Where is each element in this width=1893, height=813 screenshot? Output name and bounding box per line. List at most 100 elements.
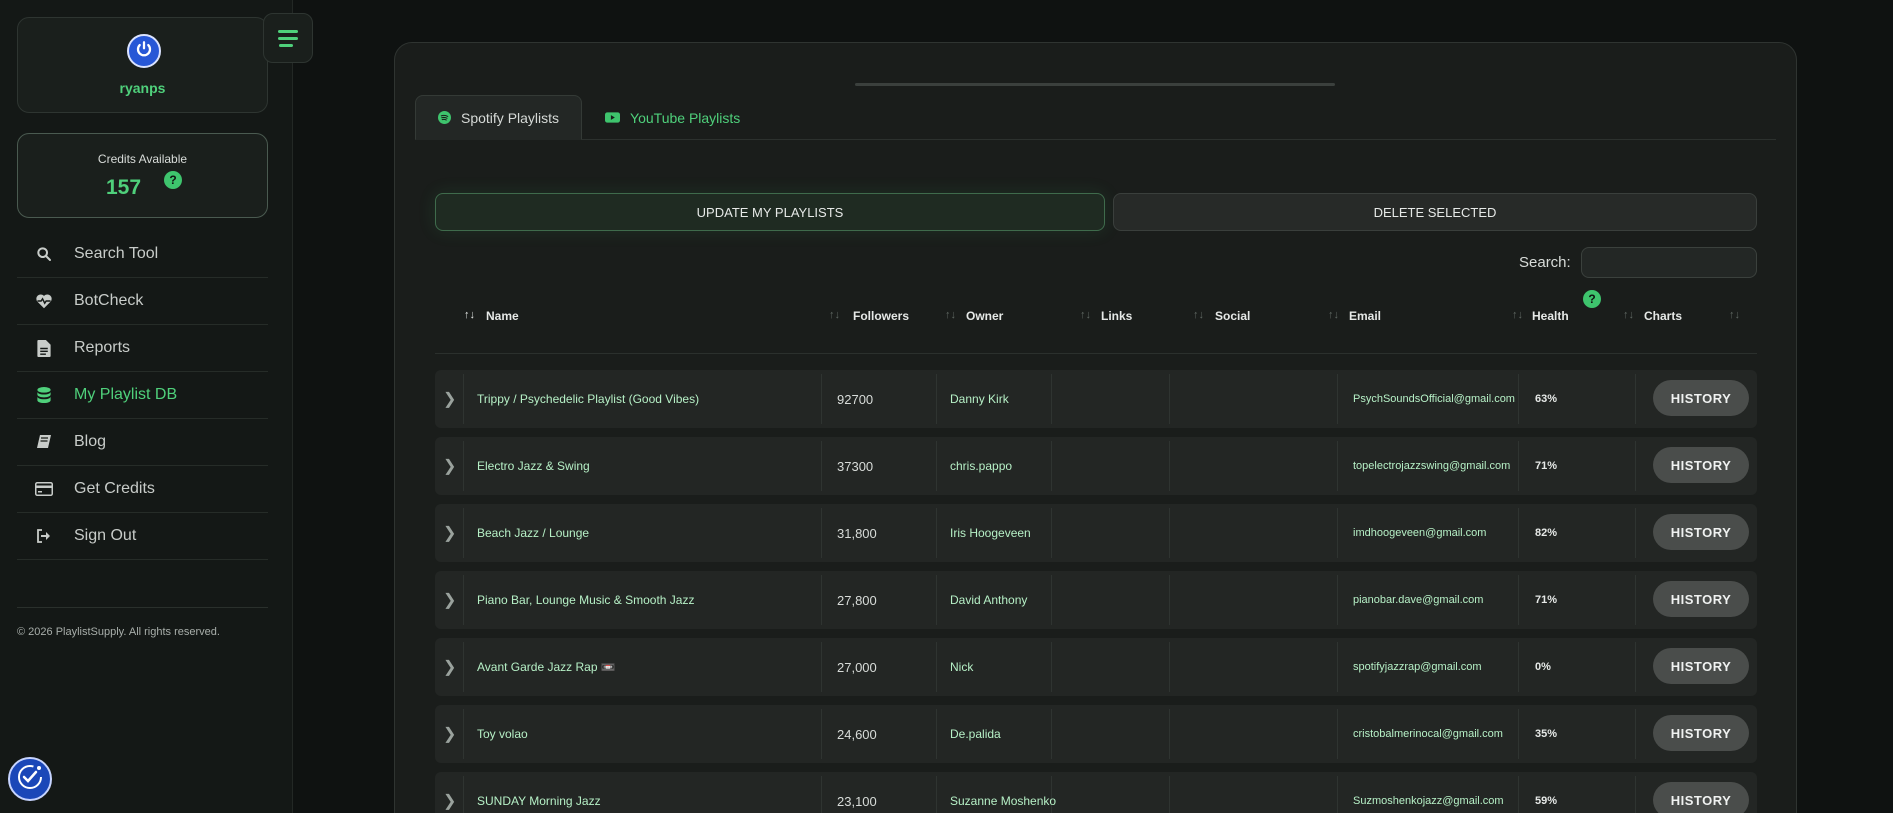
tab-youtube-playlists[interactable]: YouTube Playlists: [582, 95, 763, 140]
menu-toggle-button[interactable]: [263, 13, 313, 63]
column-divider: [1169, 508, 1170, 558]
expand-chevron-icon[interactable]: ❯: [443, 705, 456, 763]
owner-name[interactable]: Suzanne Moshenko: [950, 772, 1056, 813]
playlist-name[interactable]: SUNDAY Morning Jazz: [477, 772, 601, 813]
owner-name[interactable]: chris.pappo: [950, 437, 1012, 495]
hamburger-icon-line: [278, 36, 298, 40]
sidebar-divider: [17, 607, 268, 608]
sidebar-item-blog[interactable]: Blog: [17, 419, 268, 466]
playlist-name[interactable]: Beach Jazz / Lounge: [477, 504, 589, 562]
sort-icon[interactable]: ↑↓: [464, 309, 475, 321]
loading-bar: [855, 83, 1335, 86]
expand-chevron-icon[interactable]: ❯: [443, 504, 456, 562]
accessibility-button[interactable]: [8, 757, 52, 801]
history-button[interactable]: HISTORY: [1653, 782, 1749, 813]
sidebar-item-sign-out[interactable]: Sign Out: [17, 513, 268, 560]
owner-name[interactable]: De.palida: [950, 705, 1001, 763]
column-divider: [463, 642, 464, 692]
owner-name[interactable]: Danny Kirk: [950, 370, 1009, 428]
owner-email[interactable]: Suzmoshenkojazz@gmail.com: [1353, 772, 1519, 813]
table-row[interactable]: ❯ SUNDAY Morning Jazz 23,100 Suzanne Moshen…: [435, 772, 1757, 813]
column-header-charts[interactable]: Charts: [1644, 309, 1682, 323]
owner-email[interactable]: imdhoogeveen@gmail.com: [1353, 504, 1519, 562]
sort-icon[interactable]: ↑↓: [829, 309, 840, 321]
sort-icon[interactable]: ↑↓: [1512, 309, 1523, 321]
avatar[interactable]: [127, 34, 161, 68]
search-label: Search:: [1519, 254, 1571, 271]
history-button[interactable]: HISTORY: [1653, 447, 1749, 483]
document-icon: [35, 339, 53, 357]
expand-chevron-icon[interactable]: ❯: [443, 571, 456, 629]
column-header-email[interactable]: Email: [1349, 309, 1381, 323]
column-divider: [821, 642, 822, 692]
sidebar-item-reports[interactable]: Reports: [17, 325, 268, 372]
sort-icon[interactable]: ↑↓: [945, 309, 956, 321]
column-divider: [1635, 374, 1636, 424]
search-icon: [35, 245, 53, 263]
sign-out-icon: [35, 527, 53, 545]
update-playlists-button[interactable]: UPDATE MY PLAYLISTS: [435, 193, 1105, 231]
expand-chevron-icon[interactable]: ❯: [443, 772, 456, 813]
sort-icon[interactable]: ↑↓: [1080, 309, 1091, 321]
sidebar-item-get-credits[interactable]: Get Credits: [17, 466, 268, 513]
history-button[interactable]: HISTORY: [1653, 715, 1749, 751]
column-header-owner[interactable]: Owner: [966, 309, 1003, 323]
playlist-name[interactable]: Piano Bar, Lounge Music & Smooth Jazz: [477, 571, 694, 629]
playlist-name[interactable]: Avant Garde Jazz Rap 📼: [477, 638, 616, 696]
credits-label: Credits Available: [97, 152, 188, 166]
credits-value: 157: [106, 176, 142, 199]
column-header-links[interactable]: Links: [1101, 309, 1132, 323]
column-header-social[interactable]: Social: [1215, 309, 1250, 323]
column-divider: [936, 709, 937, 759]
column-header-health[interactable]: Health: [1532, 309, 1569, 323]
owner-email[interactable]: spotifyjazzrap@gmail.com: [1353, 638, 1519, 696]
owner-name[interactable]: Iris Hoogeveen: [950, 504, 1031, 562]
delete-selected-button[interactable]: DELETE SELECTED: [1113, 193, 1757, 231]
owner-name[interactable]: David Anthony: [950, 571, 1027, 629]
table-row[interactable]: ❯ Electro Jazz & Swing 37300 chris.pappo top…: [435, 437, 1757, 495]
owner-email[interactable]: cristobalmerinocal@gmail.com: [1353, 705, 1519, 763]
playlist-name[interactable]: Toy volao: [477, 705, 528, 763]
playlist-name[interactable]: Electro Jazz & Swing: [477, 437, 590, 495]
followers-count: 31,800: [837, 525, 877, 541]
column-divider: [1051, 441, 1052, 491]
table-row[interactable]: ❯ Piano Bar, Lounge Music & Smooth Jazz 27…: [435, 571, 1757, 629]
sort-icon[interactable]: ↑↓: [1729, 309, 1740, 321]
owner-email[interactable]: topelectrojazzswing@gmail.com: [1353, 437, 1519, 495]
sidebar-item-label: Search Tool: [74, 245, 159, 262]
followers-count: 24,600: [837, 726, 877, 742]
sidebar-item-search-tool[interactable]: Search Tool: [17, 231, 268, 278]
column-divider: [463, 709, 464, 759]
column-header-followers[interactable]: Followers: [853, 309, 909, 323]
history-button[interactable]: HISTORY: [1653, 380, 1749, 416]
table-row[interactable]: ❯ Avant Garde Jazz Rap 📼 27,000 Nick spotify…: [435, 638, 1757, 696]
search-input[interactable]: [1581, 247, 1757, 278]
table-row[interactable]: ❯ Trippy / Psychedelic Playlist (Good Vib…: [435, 370, 1757, 428]
followers-count: 27,000: [837, 659, 877, 675]
history-button[interactable]: HISTORY: [1653, 514, 1749, 550]
health-help-icon[interactable]: ?: [1583, 290, 1601, 308]
sidebar-item-my-playlist-db[interactable]: My Playlist DB: [17, 372, 268, 419]
column-divider: [1051, 508, 1052, 558]
tab-spotify-playlists[interactable]: Spotify Playlists: [415, 95, 583, 140]
credits-help-icon[interactable]: ?: [164, 171, 182, 189]
expand-chevron-icon[interactable]: ❯: [443, 437, 456, 495]
expand-chevron-icon[interactable]: ❯: [443, 638, 456, 696]
column-divider: [1635, 642, 1636, 692]
owner-name[interactable]: Nick: [950, 638, 973, 696]
owner-email[interactable]: PsychSoundsOfficial@gmail.com: [1353, 370, 1519, 428]
sort-icon[interactable]: ↑↓: [1328, 309, 1339, 321]
column-divider: [1169, 441, 1170, 491]
expand-chevron-icon[interactable]: ❯: [443, 370, 456, 428]
table-row[interactable]: ❯ Toy volao 24,600 De.palida cristobalmerino…: [435, 705, 1757, 763]
column-header-name[interactable]: Name: [486, 309, 519, 323]
sidebar-item-botcheck[interactable]: BotCheck: [17, 278, 268, 325]
playlist-name[interactable]: Trippy / Psychedelic Playlist (Good Vibe…: [477, 370, 699, 428]
owner-email[interactable]: pianobar.dave@gmail.com: [1353, 571, 1519, 629]
sort-icon[interactable]: ↑↓: [1193, 309, 1204, 321]
history-button[interactable]: HISTORY: [1653, 648, 1749, 684]
column-divider: [1635, 709, 1636, 759]
sort-icon[interactable]: ↑↓: [1623, 309, 1634, 321]
history-button[interactable]: HISTORY: [1653, 581, 1749, 617]
table-row[interactable]: ❯ Beach Jazz / Lounge 31,800 Iris Hoogeveen…: [435, 504, 1757, 562]
